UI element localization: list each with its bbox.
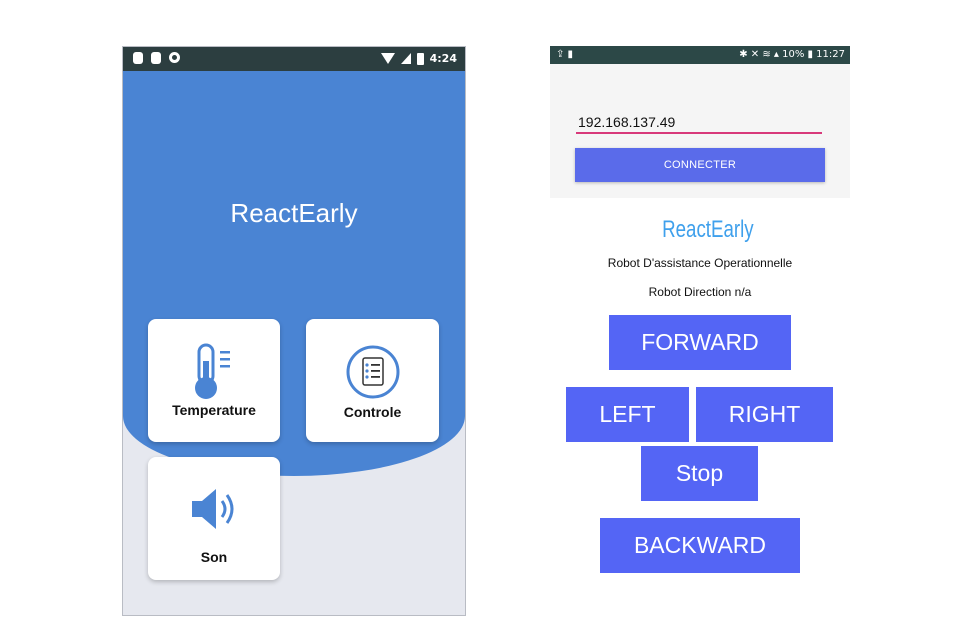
status-right-info: ✱ ✕ ≋ ▴ 10% ▮ 11:27 — [739, 49, 845, 60]
app-title: ReactEarly — [230, 198, 358, 228]
thermometer-icon — [195, 343, 230, 399]
son-label: Son — [200, 549, 228, 565]
ip-address-input[interactable] — [576, 112, 822, 134]
controle-card[interactable]: Controle — [306, 319, 439, 442]
wifi-icon — [380, 53, 395, 64]
status-bar: 4:24 — [123, 47, 465, 71]
status-bar-right: ⇪ ▮ ✱ ✕ ≋ ▴ 10% ▮ 11:27 — [550, 46, 850, 64]
controle-label: Controle — [343, 404, 402, 420]
status-right-icons: 4:24 — [380, 52, 457, 65]
battery-icon — [416, 52, 424, 65]
stop-button[interactable]: Stop — [641, 446, 758, 501]
sim-card-icon — [151, 52, 161, 64]
left-button[interactable]: LEFT — [566, 387, 689, 442]
son-card[interactable]: Son — [148, 457, 280, 580]
temperature-label: Temperature — [172, 402, 256, 418]
record-icon — [169, 52, 180, 63]
signal-icon — [400, 53, 411, 64]
connect-button[interactable]: CONNECTER — [575, 148, 825, 182]
backward-button[interactable]: BACKWARD — [600, 518, 800, 573]
speaker-icon — [192, 489, 234, 529]
checklist-icon — [346, 345, 400, 399]
right-button[interactable]: RIGHT — [696, 387, 833, 442]
status-time: 4:24 — [429, 52, 457, 65]
left-phone-screen: 4:24 ReactEarly Temperature Controle Son — [122, 46, 466, 616]
robot-direction-status: Robot Direction n/a — [648, 285, 752, 299]
brand-logo-text: ReactEarly — [662, 216, 754, 243]
status-left-icons — [133, 52, 180, 64]
robot-subtitle: Robot D'assistance Operationnelle — [607, 256, 793, 270]
temperature-card[interactable]: Temperature — [148, 319, 280, 442]
right-phone-connection-panel: ⇪ ▮ ✱ ✕ ≋ ▴ 10% ▮ 11:27 CONNECTER — [550, 46, 850, 198]
forward-button[interactable]: FORWARD — [609, 315, 791, 370]
shield-icon — [133, 52, 143, 64]
screenshot-composite: 4:24 ReactEarly Temperature Controle Son… — [0, 0, 955, 637]
status-left-icons: ⇪ ▮ — [556, 49, 574, 60]
